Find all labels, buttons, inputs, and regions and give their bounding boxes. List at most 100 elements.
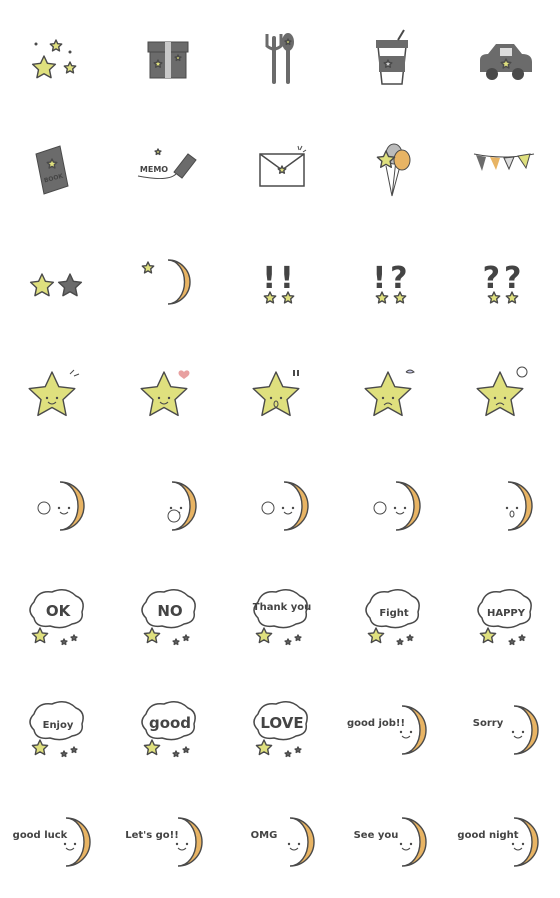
sticker-text: Enjoy [43,720,74,731]
sticker-text: HAPPY [487,608,526,619]
good-luck-moon-icon: good luck [13,817,91,867]
sticker-cell[interactable]: !! [224,226,336,338]
sticker-text: Fight [379,608,409,619]
sticker-cell[interactable]: HAPPY [448,562,560,674]
sticker-cell[interactable]: ?? [448,226,560,338]
sticker-cell[interactable] [112,450,224,562]
double-question-stars-icon: ?? [483,261,526,304]
sticker-cell[interactable] [0,450,112,562]
sticker-cell[interactable]: Sorry [448,674,560,786]
ok-bubble-icon: OK [29,589,84,646]
two-stars-icon [29,273,83,297]
balloons-icon [376,143,411,197]
star-surprised-icon [252,370,300,417]
sticker-text: See you [354,830,399,841]
no-bubble-icon: NO [141,589,196,646]
star-worried-icon [364,369,415,417]
sorry-moon-icon: Sorry [473,705,539,755]
crescent-moon-star-icon [141,259,191,305]
exclamation-question-stars-icon: !? [372,261,411,304]
sticker-cell[interactable] [0,226,112,338]
love-bubble-icon: LOVE [253,701,308,758]
sticker-cell[interactable]: good luck [0,786,112,898]
see-you-moon-icon: See you [354,817,427,867]
sticker-cell[interactable] [336,338,448,450]
sticker-grid: BOOK MEMO!!!??? OK NO Thank you Fight HAPPY Enj… [0,0,560,898]
sticker-cell[interactable]: LOVE [224,674,336,786]
sticker-cell[interactable]: !? [336,226,448,338]
sticker-cell[interactable]: See you [336,786,448,898]
sticker-text: good luck [13,830,68,841]
sticker-cell[interactable] [224,450,336,562]
sticker-cell[interactable] [336,450,448,562]
moon-thumbs-up-icon [261,481,309,531]
omg-moon-icon: OMG [251,817,315,867]
sticker-text: OMG [251,830,278,841]
thank-you-bubble-icon: Thank you [253,589,311,646]
good-job-moon-icon: good job!! [347,705,427,755]
good-bubble-icon: good [141,701,196,758]
sticker-text: OK [46,602,72,620]
sticker-cell[interactable] [224,338,336,450]
sticker-text: !? [372,261,411,296]
good-night-moon-icon: good night [457,817,539,867]
sticker-text: ?? [483,261,526,296]
sticker-cell[interactable]: Thank you [224,562,336,674]
sticker-text: !! [262,261,297,296]
sticker-cell[interactable] [0,338,112,450]
sticker-cell[interactable]: good job!! [336,674,448,786]
star-sad-icon [476,366,528,417]
moon-yawning-icon [505,481,533,531]
sticker-cell[interactable]: good [112,674,224,786]
sticker-cell[interactable] [224,2,336,114]
sticker-cell[interactable]: NO [112,562,224,674]
gift-box-icon [147,41,189,79]
sticker-cell[interactable] [224,114,336,226]
enjoy-bubble-icon: Enjoy [29,701,84,758]
fork-spoon-icon [265,33,294,84]
sticker-text: MEMO [140,165,168,174]
star-heart-icon [140,370,190,417]
sticker-cell[interactable]: OK [0,562,112,674]
sticker-cell[interactable] [336,2,448,114]
sticker-cell[interactable] [448,114,560,226]
sticker-cell[interactable]: Enjoy [0,674,112,786]
sticker-cell[interactable] [448,2,560,114]
sticker-cell[interactable] [112,2,224,114]
car-icon [480,44,532,80]
bunting-flags-icon [473,153,535,171]
coffee-cup-icon [376,29,408,85]
sticker-text: Thank you [253,602,311,613]
sticker-cell[interactable] [112,338,224,450]
book-icon: BOOK [35,145,69,195]
lets-go-moon-icon: Let's go!! [125,817,203,867]
moon-waving-icon [37,481,85,531]
sticker-cell[interactable] [112,226,224,338]
moon-pointing-icon [373,481,421,531]
moon-peeking-icon [167,481,197,531]
memo-pencil-icon: MEMO [137,148,197,180]
sticker-text: good job!! [347,718,405,729]
sticker-cell[interactable]: Let's go!! [112,786,224,898]
sticker-cell[interactable] [448,450,560,562]
double-exclamation-stars-icon: !! [262,261,297,304]
star-smile-icon [28,369,80,417]
happy-bubble-icon: HAPPY [477,589,532,646]
envelope-icon [259,145,307,187]
sticker-cell[interactable] [448,338,560,450]
sticker-text: good [149,714,191,732]
sticker-cell[interactable]: BOOK [0,114,112,226]
sticker-cell[interactable]: OMG [224,786,336,898]
sticker-text: good night [457,830,518,841]
sticker-text: Let's go!! [125,830,179,841]
sticker-text: NO [157,602,182,620]
sticker-text: LOVE [260,714,303,732]
sticker-cell[interactable] [0,2,112,114]
sticker-cell[interactable] [336,114,448,226]
sticker-cell[interactable]: Fight [336,562,448,674]
fight-bubble-icon: Fight [365,589,420,646]
sticker-cell[interactable]: MEMO [112,114,224,226]
sticker-cell[interactable]: good night [448,786,560,898]
star-cluster-icon [31,39,77,79]
sticker-text: Sorry [473,718,504,729]
